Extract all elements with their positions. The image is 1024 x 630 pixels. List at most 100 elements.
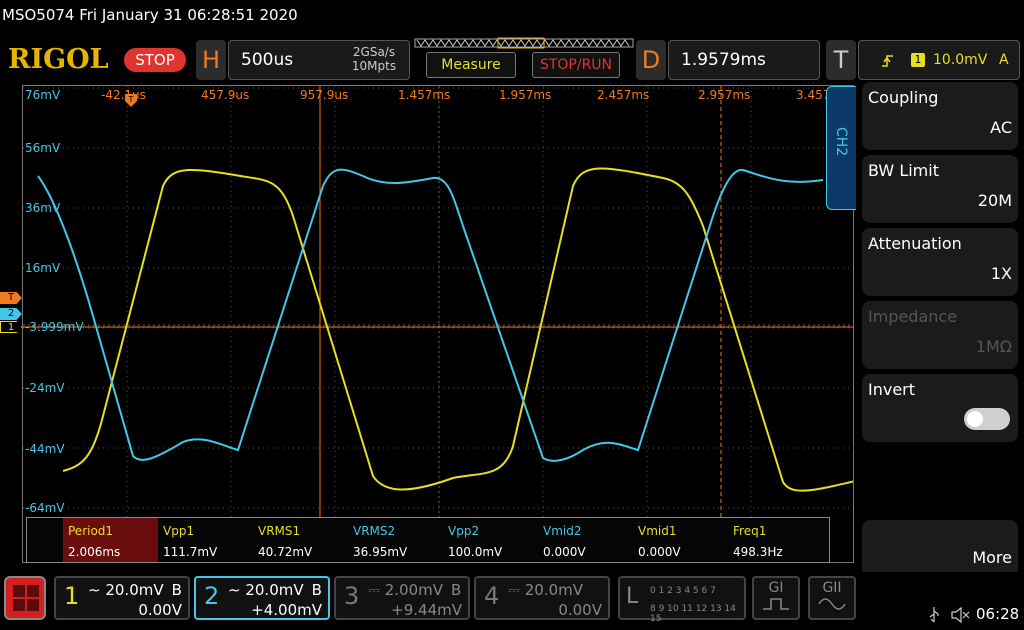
impedance-value: 1MΩ [975, 337, 1012, 356]
ch1-offset-marker[interactable]: 1 [0, 321, 22, 333]
bw-limit-value: 20M [977, 191, 1012, 210]
channel-scale: ⎓ 20.0mV [508, 581, 591, 599]
measure-button[interactable]: Measure [426, 52, 516, 78]
measurement-value: 40.72mV [258, 545, 313, 559]
generator1-button[interactable]: GI [752, 576, 800, 620]
horizontal-label[interactable]: H [196, 40, 226, 80]
channel-offset: 0.00V [558, 601, 602, 619]
main-menu-button[interactable] [4, 576, 46, 620]
sine-wave-icon [818, 598, 846, 610]
ac-coupling-icon: ∼ [228, 581, 246, 599]
trigger-label[interactable]: T [826, 40, 856, 80]
logic-channels-high: 8 9 10 11 12 13 14 15 [650, 604, 736, 624]
measurement-freq1[interactable]: Freq1 498.3Hz [728, 518, 823, 562]
time-label: 1.957ms [499, 88, 552, 102]
tab-ch2-label: CH2 [833, 127, 849, 157]
channel-offset: +9.44mV [391, 601, 462, 619]
measurement-value: 36.95mV [353, 545, 408, 559]
measurement-vpp2[interactable]: Vpp2 100.0mV [443, 518, 538, 562]
speaker-muted-icon[interactable] [950, 606, 970, 624]
channel-bw-limit: B [311, 581, 322, 599]
channel-3-button[interactable]: 3 ⎓ 2.00mV B +9.44mV [334, 576, 470, 620]
rigol-logo: RIGOL [8, 44, 109, 75]
voltage-label: -64mV [25, 501, 65, 515]
measurement-vpp1[interactable]: Vpp1 111.7mV [158, 518, 253, 562]
trigger-level-marker[interactable]: T [0, 292, 22, 304]
time-label: 2.457ms [597, 88, 650, 102]
attenuation-menu-item[interactable]: Attenuation 1X [862, 228, 1018, 296]
dc-coupling-icon: ⎓ [368, 581, 385, 599]
channel-scale-value: 20.0mV [524, 581, 584, 599]
voltage-label: 56mV [25, 141, 61, 155]
memory-depth: 10Mpts [351, 59, 397, 73]
channel-offset: +4.00mV [251, 601, 322, 619]
ch2-offset-marker[interactable]: 2 [0, 308, 22, 320]
measurement-vmid1[interactable]: Vmid1 0.000V [633, 518, 728, 562]
measurement-name: Vmid2 [543, 524, 582, 538]
measurement-vmid2[interactable]: Vmid2 0.000V [538, 518, 633, 562]
measurement-table: Period1 2.006ms Vpp1 111.7mV VRMS1 40.72mV VRM… [26, 517, 830, 563]
measurement-value: 0.000V [543, 545, 586, 559]
trigger-source: 1 [911, 53, 925, 67]
channel-scale-value: 2.00mV [384, 581, 444, 599]
invert-menu-item[interactable]: Invert [862, 374, 1018, 442]
trigger-level: 10.0mV [933, 52, 988, 68]
time-label: 957.9us [300, 88, 349, 102]
measurement-period1[interactable]: Period1 2.006ms [63, 518, 158, 562]
measurement-value: 100.0mV [448, 545, 503, 559]
generator1-label: GI [768, 580, 784, 596]
measurement-name: VRMS1 [258, 524, 301, 538]
waveform-position-bar[interactable] [414, 36, 634, 50]
pulse-wave-icon [763, 598, 789, 610]
channel-number: 2 [204, 582, 220, 610]
impedance-label: Impedance [868, 307, 958, 326]
delay-label[interactable]: D [636, 40, 666, 80]
voltage-label: 16mV [25, 261, 61, 275]
channel-4-button[interactable]: 4 ⎓ 20.0mV 0.00V [474, 576, 610, 620]
time-label: 1.457ms [398, 88, 451, 102]
generator2-button[interactable]: GII [808, 576, 856, 620]
trigger-edge-icon [882, 55, 893, 67]
channel-scale-value: 20.0mV [245, 581, 304, 599]
delay-box[interactable]: 1.9579ms [668, 40, 820, 80]
voltage-label: -24mV [25, 381, 65, 395]
voltage-label: 76mV [25, 88, 61, 102]
measurement-value: 0.000V [638, 545, 681, 559]
graticule [23, 86, 853, 562]
measurement-vrms2[interactable]: VRMS2 36.95mV [348, 518, 443, 562]
measurement-vrms1[interactable]: VRMS1 40.72mV [253, 518, 348, 562]
logic-label: L [626, 584, 639, 609]
measurement-name: VRMS2 [353, 524, 396, 538]
bw-limit-menu-item[interactable]: BW Limit 20M [862, 155, 1018, 223]
horizontal-scale: 500us [241, 50, 294, 70]
dc-coupling-icon: ⎓ [508, 581, 525, 599]
header-bar: RIGOL STOP H 500us 2GSa/s 10Mpts Measure… [0, 36, 1024, 84]
delay-value: 1.9579ms [681, 50, 766, 70]
svg-text:T: T [128, 95, 134, 104]
stop-run-button[interactable]: STOP/RUN [532, 52, 620, 78]
channel-number: 1 [64, 582, 80, 610]
tab-ch2[interactable]: CH2 [826, 86, 856, 210]
invert-label: Invert [868, 380, 916, 399]
channel-scale-value: 20.0mV [105, 581, 164, 599]
channel-number: 3 [344, 582, 360, 610]
measurement-name: Freq1 [733, 524, 767, 538]
logic-analyzer-button[interactable]: L 0 1 2 3 4 5 6 7 8 9 10 11 12 13 14 15 [618, 576, 746, 624]
trigger-position-marker[interactable]: T [124, 93, 138, 109]
run-state-badge[interactable]: STOP [124, 48, 186, 72]
attenuation-label: Attenuation [868, 234, 962, 253]
coupling-menu-item[interactable]: Coupling AC [862, 82, 1018, 150]
trigger-box[interactable]: 1 10.0mV A [858, 40, 1020, 80]
channel-2-button[interactable]: 2 ∼ 20.0mV B +4.00mV [194, 576, 330, 620]
horizontal-scale-box[interactable]: 500us 2GSa/s 10Mpts [228, 40, 410, 80]
sample-rate: 2GSa/s [352, 45, 396, 59]
channel-1-button[interactable]: 1 ∼ 20.0mV B 0.00V [54, 576, 190, 620]
attenuation-value: 1X [990, 264, 1012, 283]
bw-limit-label: BW Limit [868, 161, 939, 180]
coupling-value: AC [990, 118, 1012, 137]
voltage-label: -44mV [25, 442, 65, 456]
logic-channels-low: 0 1 2 3 4 5 6 7 [650, 586, 716, 596]
invert-toggle[interactable] [964, 408, 1010, 430]
waveform-display[interactable]: -42.1us 457.9us 957.9us 1.457ms 1.957ms 2.457… [22, 85, 854, 563]
ac-coupling-icon: ∼ [88, 581, 106, 599]
